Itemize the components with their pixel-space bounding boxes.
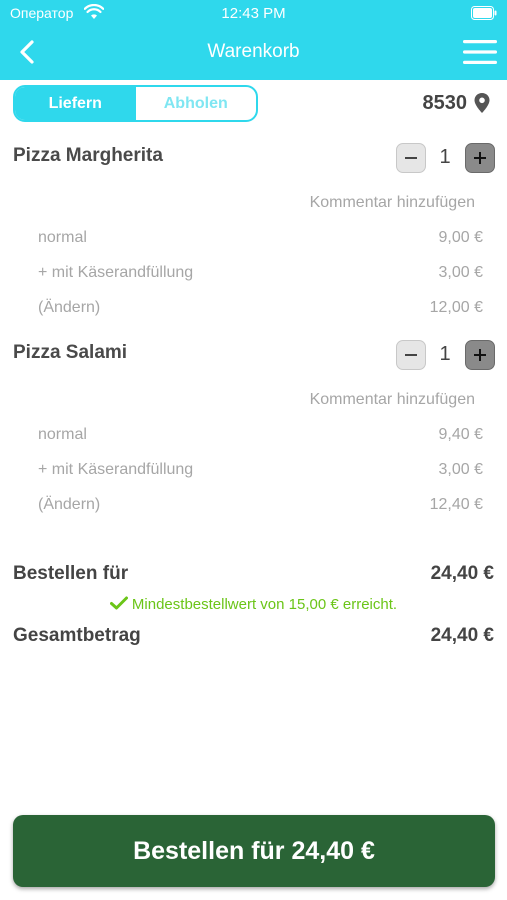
minus-icon: [405, 354, 417, 356]
add-comment-link[interactable]: Kommentar hinzufügen: [310, 194, 475, 212]
item-variant-price: 9,40 €: [438, 426, 483, 443]
item-subtotal: 12,40 €: [429, 496, 483, 513]
item-variant-price: 9,00 €: [438, 229, 483, 246]
minus-icon: [405, 157, 417, 159]
status-time: 12:43 PM: [221, 5, 286, 22]
zip-code[interactable]: 8530: [423, 92, 468, 115]
item-extra-price: 3,00 €: [438, 461, 483, 478]
place-order-button[interactable]: Bestellen für 24,40 €: [13, 815, 495, 887]
top-bar: Оператор 12:43 PM Warenkorb: [0, 0, 507, 80]
status-bar: Оператор 12:43 PM: [0, 0, 507, 28]
add-comment-link[interactable]: Kommentar hinzufügen: [310, 391, 475, 409]
item-subtotal: 12,00 €: [429, 299, 483, 316]
order-for-label: Bestellen für: [13, 563, 129, 584]
toggle-deliver[interactable]: Liefern: [15, 87, 136, 120]
battery-icon: [471, 6, 497, 20]
place-order-label: Bestellen für 24,40 €: [133, 836, 375, 865]
order-for-value: 24,40 €: [430, 563, 494, 584]
delivery-mode-toggle: Liefern Abholen: [13, 85, 258, 122]
minimum-order-message: Mindestbestellwert von 15,00 € erreicht.: [131, 596, 398, 613]
checkmark-icon: [109, 596, 128, 610]
grand-total-value: 24,40 €: [430, 625, 494, 646]
item-variant: normal: [38, 426, 87, 443]
decrease-quantity-button[interactable]: [396, 143, 426, 173]
hamburger-menu-icon[interactable]: [463, 39, 497, 65]
item-extra: + mit Käserandfüllung: [38, 264, 194, 281]
page-title: Warenkorb: [207, 41, 300, 62]
item-extra: + mit Käserandfüllung: [38, 461, 194, 478]
plus-icon: [474, 152, 486, 164]
increase-quantity-button[interactable]: [465, 143, 495, 173]
minimum-order-notice: Mindestbestellwert von 15,00 € erreicht.: [0, 596, 507, 613]
increase-quantity-button[interactable]: [465, 340, 495, 370]
decrease-quantity-button[interactable]: [396, 340, 426, 370]
cart-item-name: Pizza Margherita: [13, 145, 163, 166]
location-pin-icon[interactable]: [473, 92, 491, 114]
toggle-pickup[interactable]: Abholen: [136, 87, 257, 120]
item-variant: normal: [38, 229, 87, 246]
plus-icon: [474, 349, 486, 361]
grand-total-label: Gesamtbetrag: [13, 625, 141, 646]
cart-item-name: Pizza Salami: [13, 342, 128, 363]
change-item-link[interactable]: (Ändern): [38, 496, 100, 514]
quantity-value: 1: [439, 146, 451, 168]
change-item-link[interactable]: (Ändern): [38, 299, 100, 317]
quantity-value: 1: [439, 343, 451, 365]
item-extra-price: 3,00 €: [438, 264, 483, 281]
